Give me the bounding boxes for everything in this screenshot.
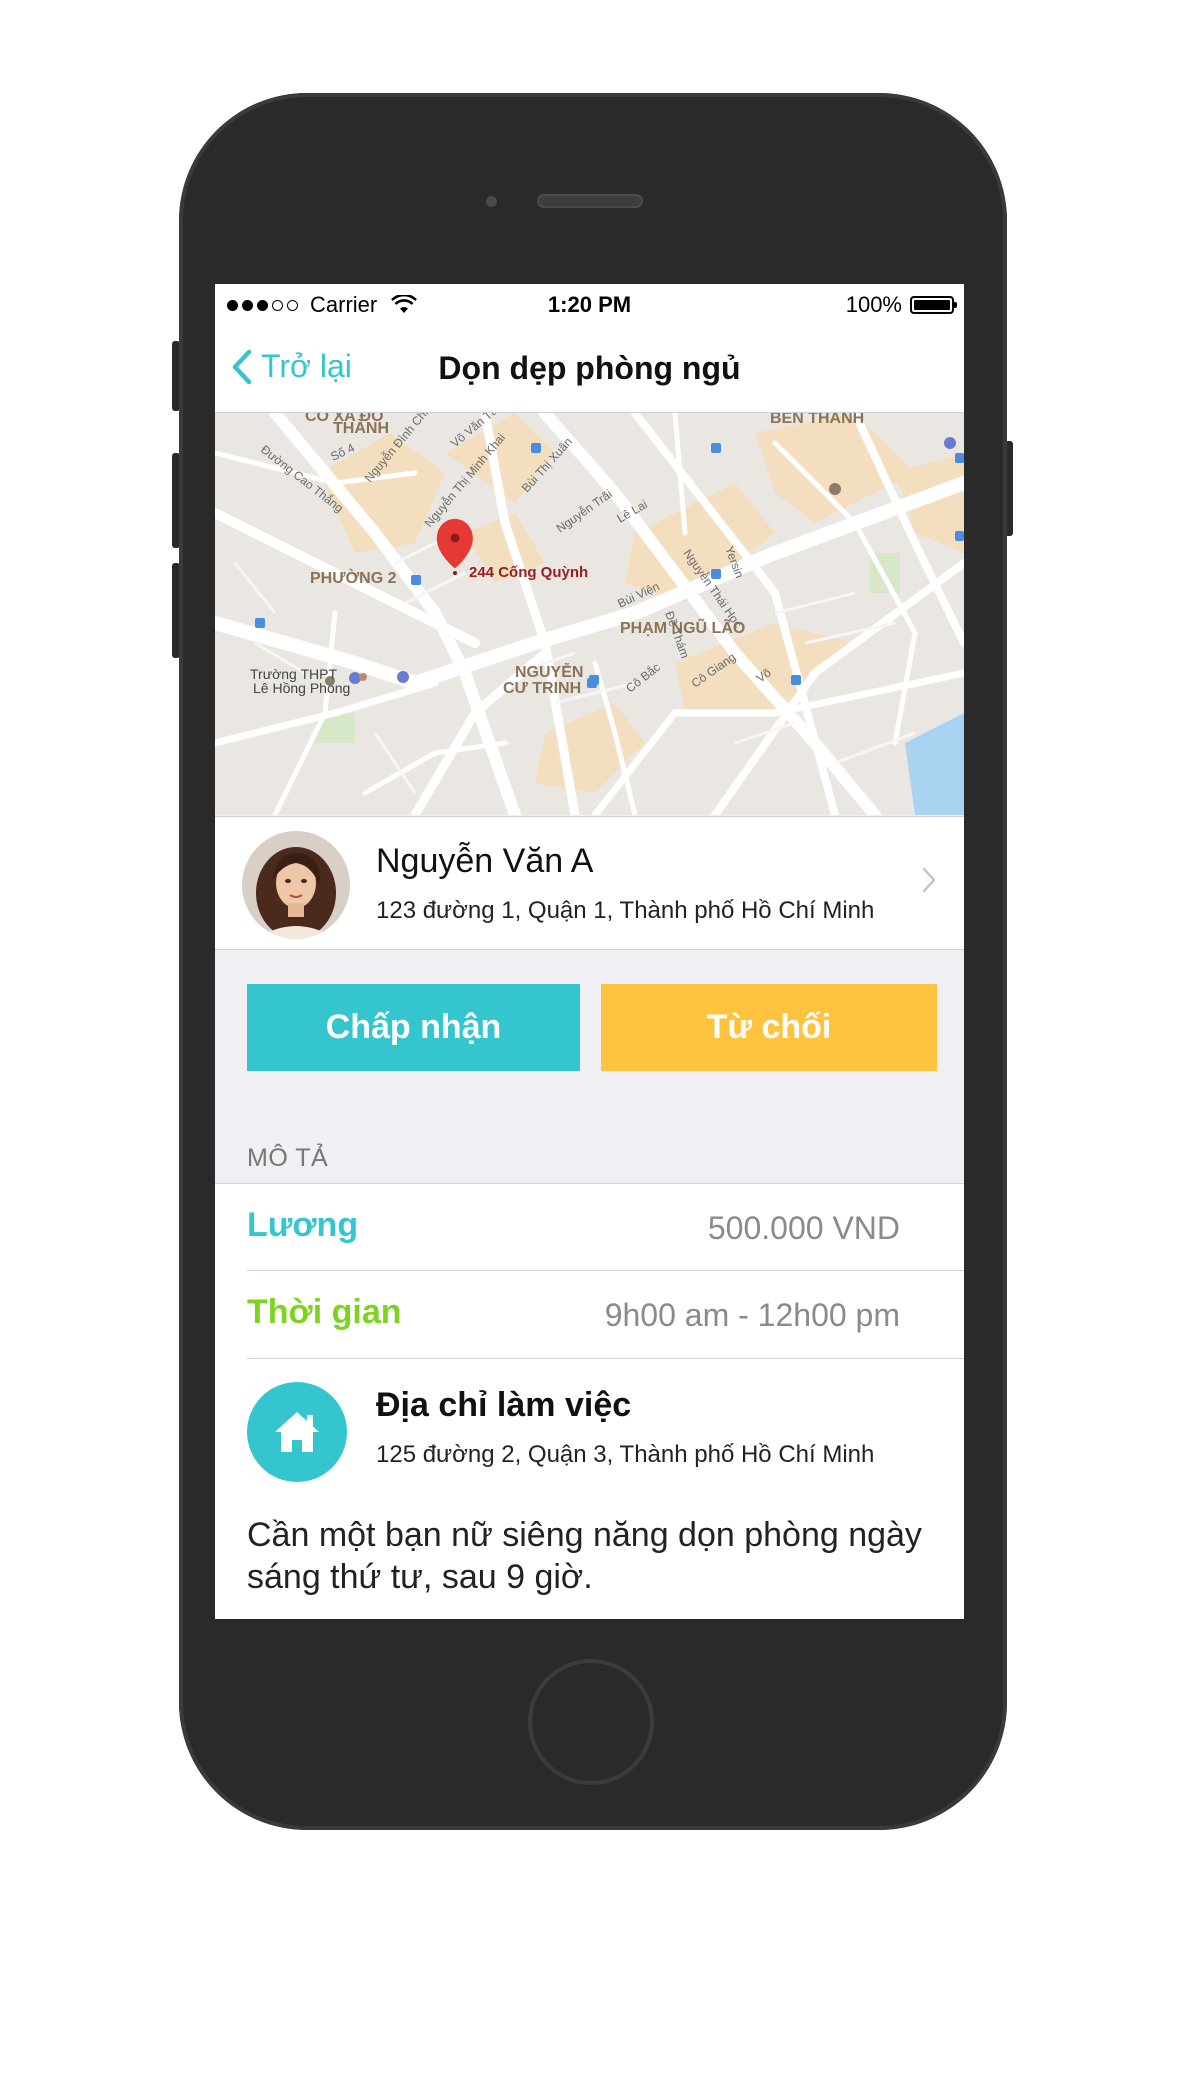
avatar [242,831,350,939]
map-label-phuong-2: PHƯỜNG 2 [310,568,397,587]
map-marker-label: 244 Cống Quỳnh [469,564,588,581]
map-view[interactable]: CÔ XA ĐÔ THÀNH BẾN THÀNH PHƯỜNG 2 PHẠM N… [215,413,964,815]
section-header-description: MÔ TẢ [247,1144,329,1172]
chevron-right-icon [922,867,936,893]
customer-address: 123 đường 1, Quận 1, Thành phố Hồ Chí Mi… [376,897,875,924]
map-label-thanh: THÀNH [333,418,389,437]
map-label-cu-trinh: CƯ TRINH [503,680,581,697]
map-label-school-2: Lê Hồng Phong [253,680,350,696]
avatar-photo [242,831,350,939]
home-button[interactable] [528,1659,654,1785]
work-location-badge [247,1382,347,1482]
accept-button[interactable]: Chấp nhận [247,984,580,1071]
job-description: Cần một bạn nữ siêng năng dọn phòng ngày… [247,1516,922,1596]
salary-row: Lương 500.000 VND [247,1184,964,1271]
customer-name: Nguyễn Văn A [376,842,594,880]
app-screen: Carrier 1:20 PM 100% Trở lại Dọn dẹp phò… [215,284,964,1619]
salary-label: Lương [247,1206,359,1244]
battery-status: 100% [845,292,957,318]
customer-profile-row[interactable]: Nguyễn Văn A 123 đường 1, Quận 1, Thành … [215,816,964,950]
map-label-nguyen: NGUYỄN [515,662,583,681]
navigation-bar: Trở lại Dọn dẹp phòng ngủ [215,324,964,413]
status-bar: Carrier 1:20 PM 100% [215,284,964,324]
map-canvas: CÔ XA ĐÔ THÀNH BẾN THÀNH PHƯỜNG 2 PHẠM N… [215,413,964,815]
time-row: Thời gian 9h00 am - 12h00 pm [247,1271,964,1359]
time-value: 9h00 am - 12h00 pm [604,1297,900,1333]
map-label-ben-thanh: BẾN THÀNH [770,413,864,427]
earpiece-speaker [537,194,643,208]
salary-value: 500.000 VND [707,1210,900,1246]
battery-icon [910,296,957,314]
page-title: Dọn dẹp phòng ngủ [438,350,741,386]
reject-button[interactable]: Từ chối [601,984,937,1071]
home-icon [275,1412,319,1452]
time-label: Thời gian [247,1293,402,1331]
battery-percent: 100% [845,292,902,317]
work-location-address: 125 đường 2, Quận 3, Thành phố Hồ Chí Mi… [376,1441,875,1468]
work-location-title: Địa chỉ làm việc [376,1386,632,1424]
front-camera [486,196,497,207]
